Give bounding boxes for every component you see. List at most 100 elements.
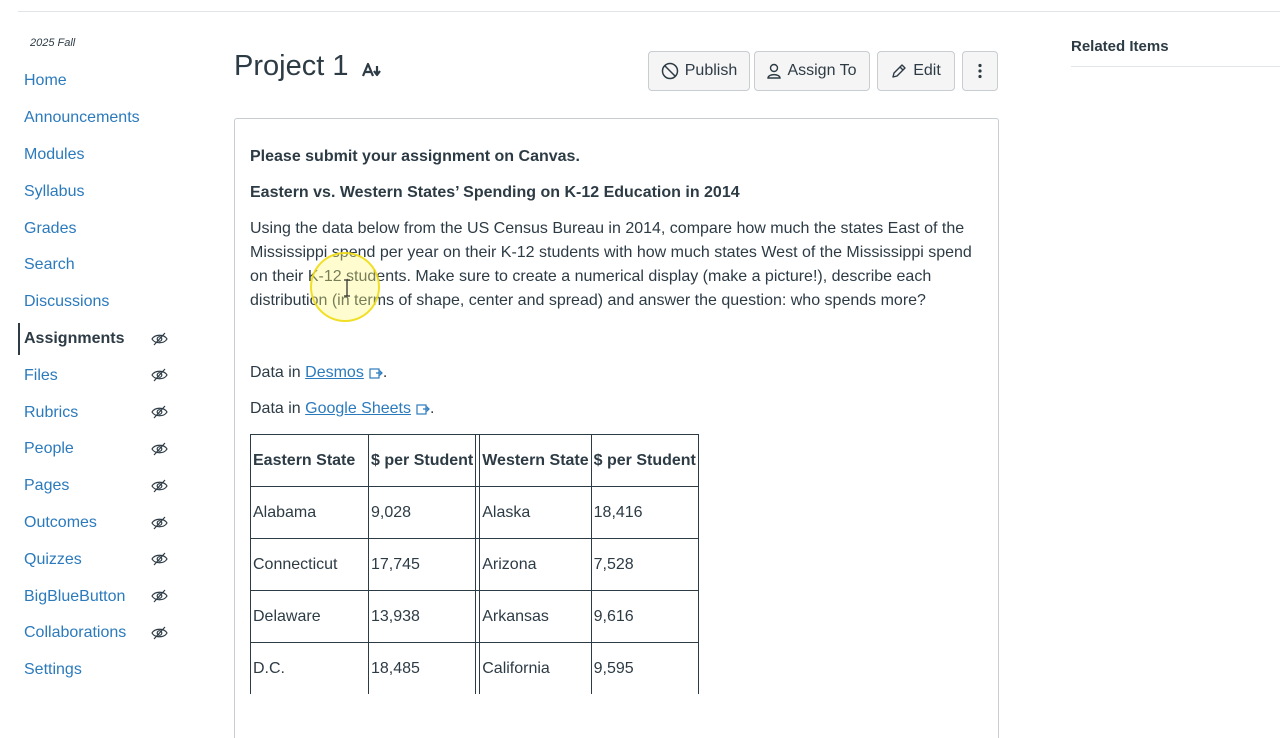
table-header-row: Eastern State $ per Student Western Stat… <box>250 434 699 486</box>
table-cell: 7,528 <box>590 538 699 590</box>
sheets-prefix: Data in <box>250 400 306 417</box>
hidden-eye-icon <box>151 405 168 419</box>
sidebar-item-label: Quizzes <box>24 550 82 568</box>
sidebar-item-label: Assignments <box>24 329 125 347</box>
table-cell: D.C. <box>250 642 368 694</box>
sidebar-item-label: Outcomes <box>24 513 97 531</box>
sidebar-item-rubrics[interactable]: Rubrics <box>0 394 200 431</box>
sidebar-item-label: Settings <box>24 661 82 679</box>
hidden-eye-icon <box>151 552 168 566</box>
hidden-eye-icon <box>151 479 168 493</box>
table-row: Alabama 9,028 Alaska 18,416 <box>250 486 699 538</box>
sidebar-item-label: Files <box>24 366 58 384</box>
page-title: Project 1 <box>234 50 349 82</box>
related-items-divider <box>1071 66 1280 67</box>
sidebar-item-people[interactable]: People <box>0 431 200 468</box>
sidebar-item-label: Modules <box>24 145 85 163</box>
desmos-prefix: Data in <box>250 364 306 381</box>
sidebar-item-label: Search <box>24 256 75 274</box>
sheets-line: Data in Google Sheets. <box>250 400 434 418</box>
related-items-title: Related Items <box>1071 38 1169 55</box>
course-nav-list: Home Announcements Modules Syllabus Grades Se… <box>0 63 200 689</box>
sidebar-item-quizzes[interactable]: Quizzes <box>0 541 200 578</box>
table-header-cell: Western State <box>479 434 591 486</box>
unpublished-icon <box>661 62 678 80</box>
desmos-link[interactable]: Desmos <box>305 364 364 381</box>
course-navigation: 2025 Fall Home Announcements Modules Syllab… <box>0 0 200 720</box>
table-cell: 13,938 <box>368 590 476 642</box>
table-cell: 18,485 <box>368 642 476 694</box>
assignment-paragraph: Using the data below from the US Census … <box>250 220 972 309</box>
sidebar-item-label: People <box>24 440 74 458</box>
sidebar-item-files[interactable]: Files <box>0 357 200 394</box>
sidebar-item-collaborations[interactable]: Collaborations <box>0 615 200 652</box>
kebab-menu-icon <box>978 63 982 79</box>
table-cell: Arizona <box>479 538 591 590</box>
assign-to-label: Assign To <box>787 62 857 79</box>
sidebar-item-modules[interactable]: Modules <box>0 137 200 174</box>
sidebar-item-outcomes[interactable]: Outcomes <box>0 505 200 542</box>
sidebar-item-search[interactable]: Search <box>0 247 200 284</box>
sidebar-item-syllabus[interactable]: Syllabus <box>0 173 200 210</box>
sidebar-item-label: Pages <box>24 477 70 495</box>
sidebar-item-label: Discussions <box>24 293 110 311</box>
table-header-cell: $ per Student <box>368 434 476 486</box>
table-cell: Connecticut <box>250 538 368 590</box>
table-row: Delaware 13,938 Arkansas 9,616 <box>250 590 699 642</box>
sidebar-item-bigbluebutton[interactable]: BigBlueButton <box>0 578 200 615</box>
hidden-eye-icon <box>151 332 168 345</box>
hidden-eye-icon <box>151 368 168 382</box>
table-cell: 9,595 <box>590 642 699 694</box>
assign-to-button[interactable]: Assign To <box>754 51 870 91</box>
user-icon <box>767 63 782 79</box>
table-header-cell: $ per Student <box>590 434 699 486</box>
sidebar-item-settings[interactable]: Settings <box>0 652 200 689</box>
sidebar-item-home[interactable]: Home <box>0 63 200 100</box>
publish-label: Publish <box>684 62 738 79</box>
text-size-icon[interactable] <box>361 60 384 80</box>
more-options-button[interactable] <box>962 51 998 91</box>
term-label: 2025 Fall <box>30 37 76 49</box>
sidebar-item-label: Rubrics <box>24 403 79 421</box>
sheets-suffix: . <box>430 400 435 417</box>
spending-table: Eastern State $ per Student Western Stat… <box>250 434 699 694</box>
table-cell: 17,745 <box>368 538 476 590</box>
sidebar-item-label: Grades <box>24 219 77 237</box>
desmos-line: Data in Desmos. <box>250 364 387 382</box>
table-cell: Arkansas <box>479 590 591 642</box>
sidebar-item-grades[interactable]: Grades <box>0 210 200 247</box>
table-cell: Alaska <box>479 486 591 538</box>
submit-note: Please submit your assignment on Canvas. <box>250 148 580 165</box>
sidebar-item-assignments[interactable]: Assignments <box>0 321 200 358</box>
external-link-icon <box>369 368 383 379</box>
table-cell: 18,416 <box>590 486 699 538</box>
hidden-eye-icon <box>151 626 168 640</box>
hidden-eye-icon <box>151 516 168 529</box>
edit-label: Edit <box>913 62 941 79</box>
table-cell: 9,028 <box>368 486 476 538</box>
google-sheets-link[interactable]: Google Sheets <box>305 400 411 417</box>
pencil-icon <box>892 64 906 78</box>
table-row: D.C. 18,485 California 9,595 <box>250 642 699 694</box>
table-cell: 9,616 <box>590 590 699 642</box>
sidebar-item-label: Home <box>24 72 67 90</box>
sidebar-item-label: Syllabus <box>24 182 85 200</box>
edit-button[interactable]: Edit <box>877 51 955 91</box>
sidebar-item-label: BigBlueButton <box>24 587 126 605</box>
top-divider <box>18 11 1280 12</box>
table-header-cell: Eastern State <box>250 434 368 486</box>
sidebar-item-announcements[interactable]: Announcements <box>0 100 200 137</box>
sidebar-item-label: Collaborations <box>24 624 127 642</box>
sidebar-item-pages[interactable]: Pages <box>0 468 200 505</box>
external-link-icon <box>416 404 430 415</box>
table-cell: Delaware <box>250 590 368 642</box>
hidden-eye-icon <box>151 442 168 456</box>
publish-button[interactable]: Publish <box>648 51 750 91</box>
assignment-heading: Eastern vs. Western States’ Spending on … <box>250 184 740 201</box>
sidebar-item-label: Announcements <box>24 109 140 127</box>
table-cell: California <box>479 642 591 694</box>
desmos-suffix: . <box>382 364 388 381</box>
sidebar-item-discussions[interactable]: Discussions <box>0 284 200 321</box>
table-cell: Alabama <box>250 486 368 538</box>
hidden-eye-icon <box>151 589 168 603</box>
